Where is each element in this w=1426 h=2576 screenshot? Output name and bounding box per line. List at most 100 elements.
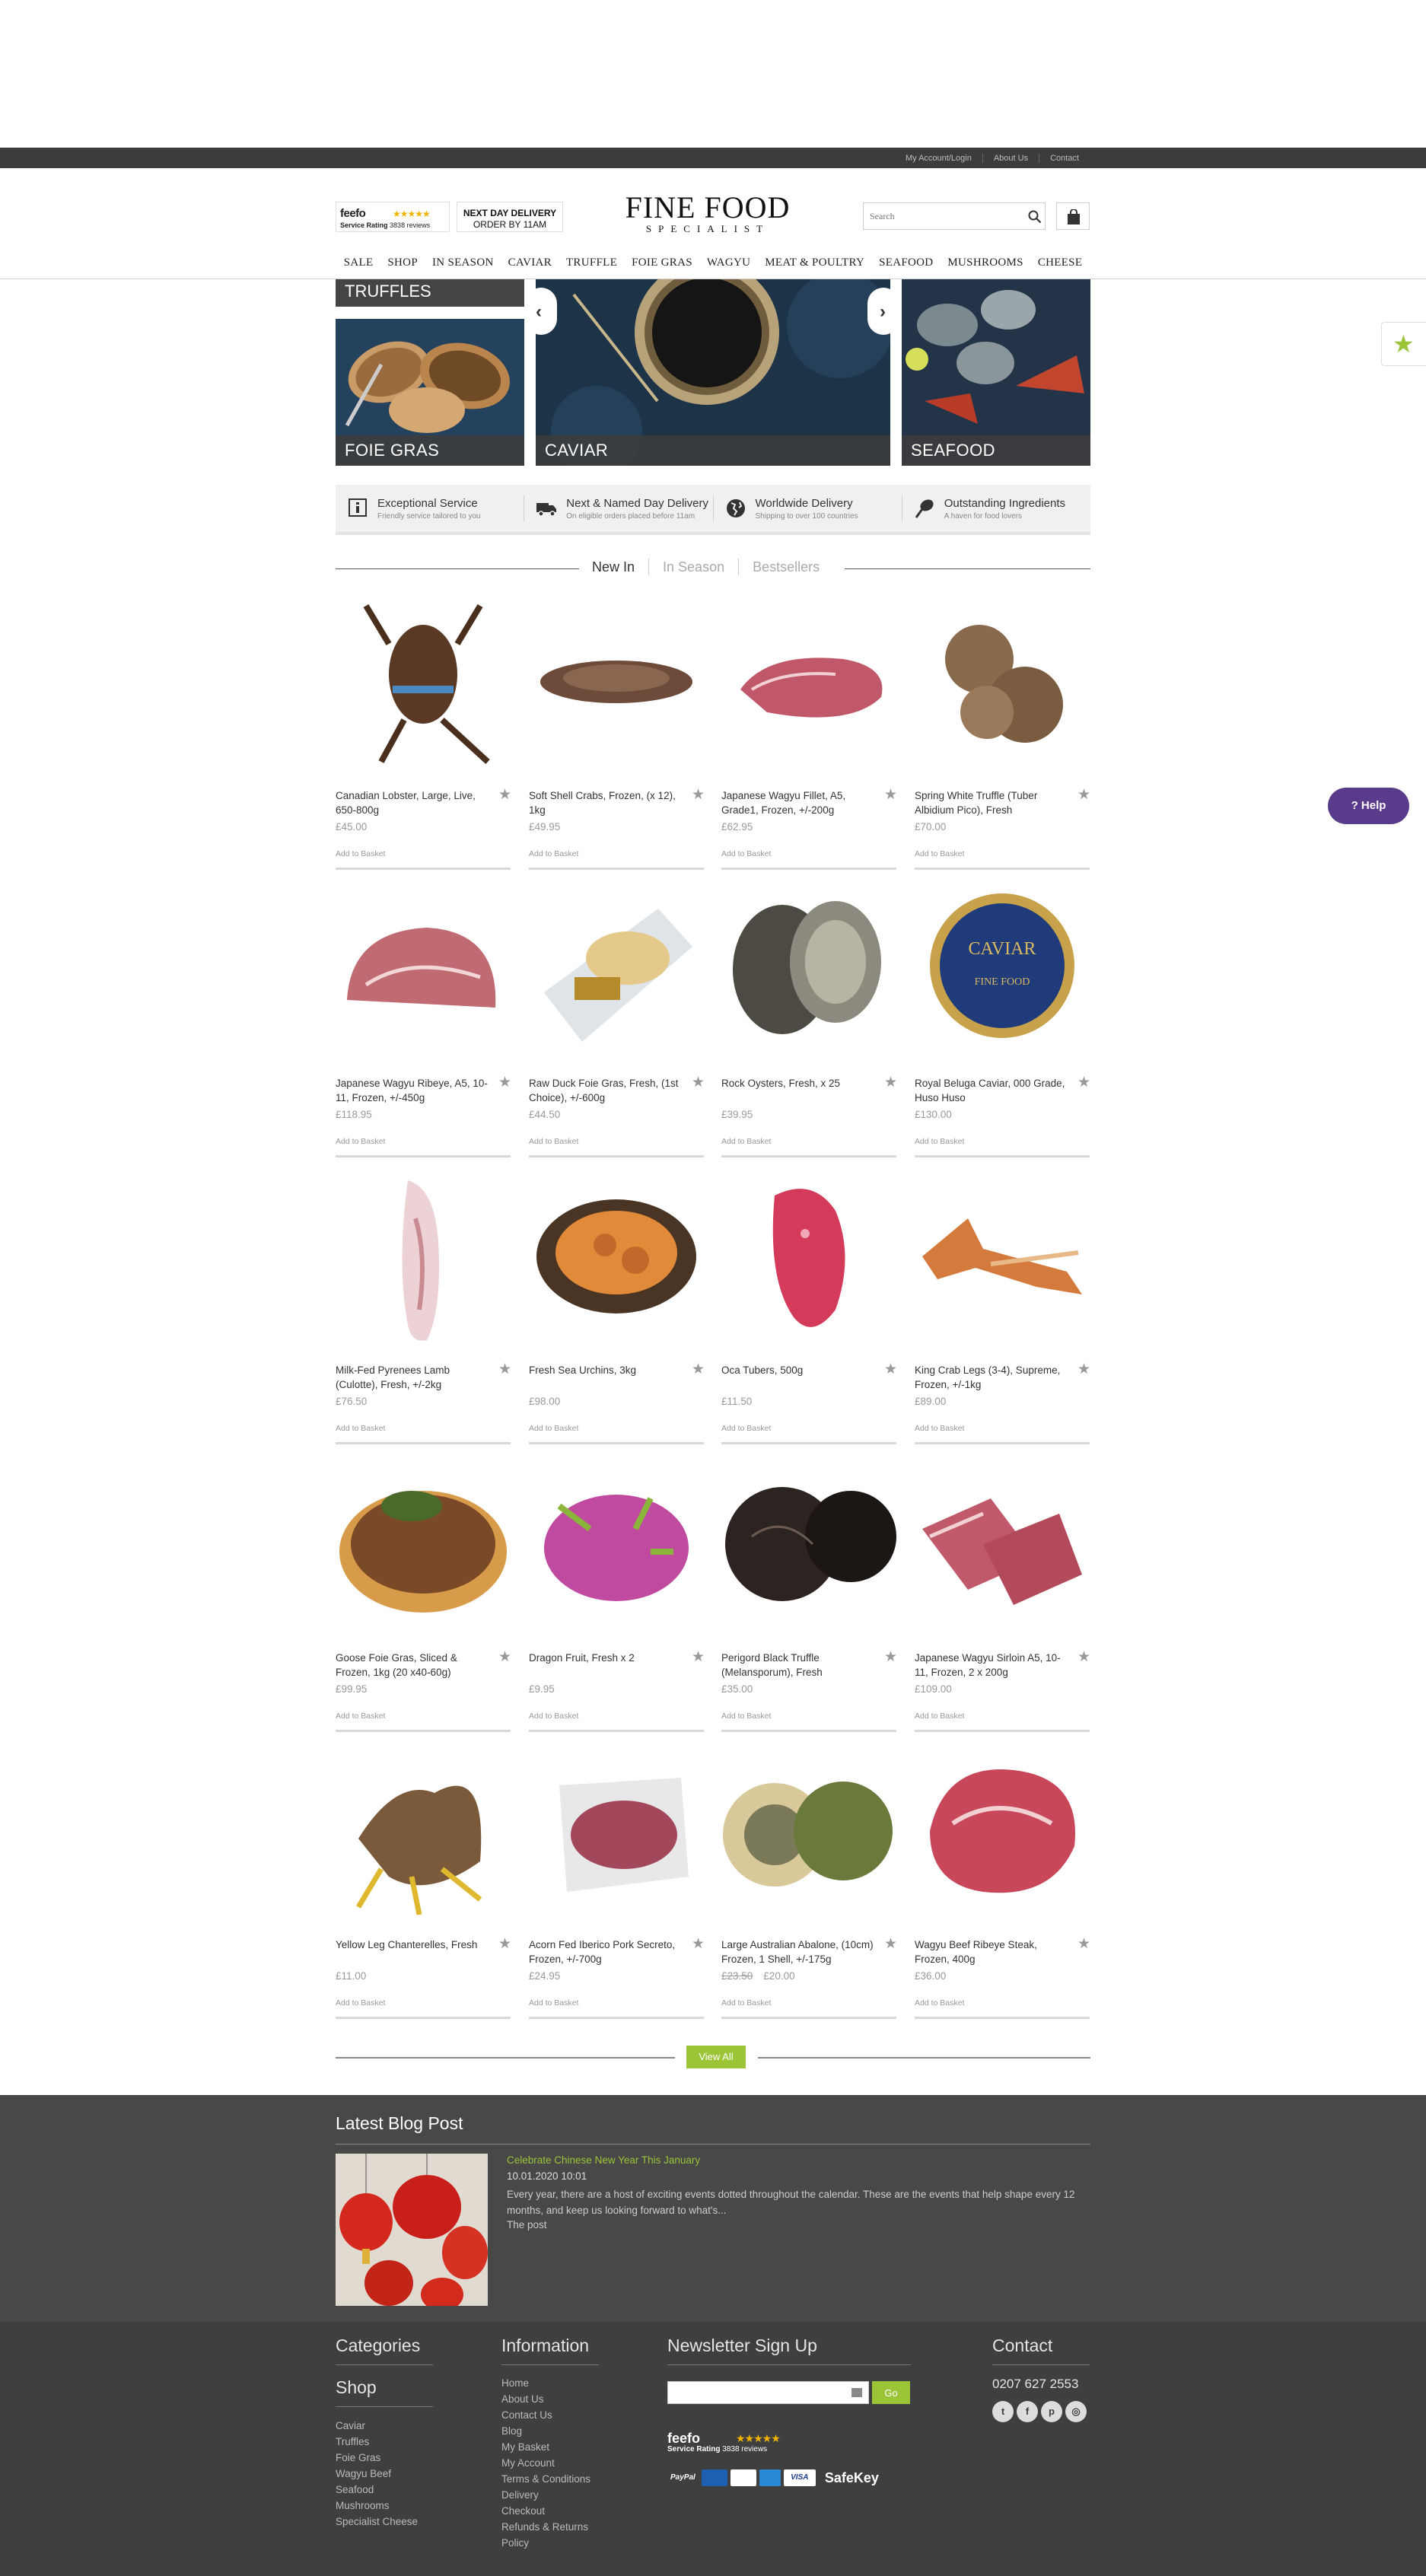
nav-truffle[interactable]: TRUFFLE xyxy=(566,256,617,269)
star-icon[interactable]: ★ xyxy=(1077,1074,1090,1091)
product-card[interactable]: Soft Shell Crabs, Frozen, (x 12), 1kg ★ £4… xyxy=(529,598,705,870)
product-image[interactable] xyxy=(915,598,1090,773)
footer-link-wagyu[interactable]: Wagyu Beef xyxy=(336,2466,418,2482)
product-name[interactable]: Goose Foie Gras, Sliced & Frozen, 1kg (2… xyxy=(336,1651,488,1680)
product-image[interactable] xyxy=(529,1747,704,1922)
add-to-basket-link[interactable]: Add to Basket xyxy=(529,849,578,858)
star-icon[interactable]: ★ xyxy=(1077,1935,1090,1953)
add-to-basket-link[interactable]: Add to Basket xyxy=(915,1137,964,1146)
product-name[interactable]: Japanese Wagyu Ribeye, A5, 10-11, Frozen… xyxy=(336,1076,488,1105)
feefo-badge[interactable]: feefo ★★★★★ Service Rating 3838 reviews xyxy=(336,202,450,232)
nav-wagyu[interactable]: WAGYU xyxy=(707,256,750,269)
footer-link-basket[interactable]: My Basket xyxy=(501,2439,590,2455)
product-card[interactable]: Rock Oysters, Fresh, x 25 ★ £39.95 Add to B… xyxy=(721,886,897,1157)
add-to-basket-link[interactable]: Add to Basket xyxy=(336,1424,385,1433)
product-card[interactable]: Japanese Wagyu Fillet, A5, Grade1, Froze… xyxy=(721,598,897,870)
search-icon[interactable] xyxy=(1028,210,1042,224)
footer-link-policy[interactable]: Policy xyxy=(501,2535,590,2551)
product-card[interactable]: Raw Duck Foie Gras, Fresh, (1st Choice),… xyxy=(529,886,705,1157)
product-card[interactable]: Oca Tubers, 500g ★ £11.50 Add to Basket xyxy=(721,1173,897,1444)
product-name[interactable]: Fresh Sea Urchins, 3kg xyxy=(529,1363,681,1377)
product-name[interactable]: Large Australian Abalone, (10cm) Frozen,… xyxy=(721,1938,874,1966)
product-name[interactable]: Japanese Wagyu Fillet, A5, Grade1, Froze… xyxy=(721,788,874,817)
footer-link-truffles[interactable]: Truffles xyxy=(336,2434,418,2450)
add-to-basket-link[interactable]: Add to Basket xyxy=(721,1711,771,1721)
product-card[interactable]: Large Australian Abalone, (10cm) Frozen,… xyxy=(721,1747,897,2019)
star-icon[interactable]: ★ xyxy=(1077,1648,1090,1666)
nav-in-season[interactable]: IN SEASON xyxy=(432,256,494,269)
product-card[interactable]: Goose Foie Gras, Sliced & Frozen, 1kg (2… xyxy=(336,1460,511,1732)
favourites-tab[interactable]: ★ xyxy=(1381,322,1426,366)
newsletter-email-input[interactable] xyxy=(668,2382,836,2402)
product-name[interactable]: Dragon Fruit, Fresh x 2 xyxy=(529,1651,681,1665)
nav-cheese[interactable]: CHEESE xyxy=(1038,256,1082,269)
star-icon[interactable]: ★ xyxy=(884,1361,897,1378)
footer-link-checkout[interactable]: Checkout xyxy=(501,2503,590,2519)
product-name[interactable]: Spring White Truffle (Tuber Albidium Pic… xyxy=(915,788,1067,817)
add-to-basket-link[interactable]: Add to Basket xyxy=(915,1424,964,1433)
product-image[interactable] xyxy=(529,1460,704,1635)
product-card[interactable]: Acorn Fed Iberico Pork Secreto, Frozen, … xyxy=(529,1747,705,2019)
add-to-basket-link[interactable]: Add to Basket xyxy=(915,849,964,858)
add-to-basket-link[interactable]: Add to Basket xyxy=(529,1424,578,1433)
product-name[interactable]: King Crab Legs (3-4), Supreme, Frozen, +… xyxy=(915,1363,1067,1392)
footer-link-contact[interactable]: Contact Us xyxy=(501,2407,590,2423)
product-image[interactable] xyxy=(529,886,704,1061)
nav-meat-poultry[interactable]: MEAT & POULTRY xyxy=(765,256,864,269)
nav-shop[interactable]: SHOP xyxy=(387,256,418,269)
star-icon[interactable]: ★ xyxy=(692,1074,705,1091)
footer-link-caviar[interactable]: Caviar xyxy=(336,2418,418,2434)
product-name[interactable]: Oca Tubers, 500g xyxy=(721,1363,874,1377)
carousel-next-button[interactable]: › xyxy=(867,288,899,335)
product-card[interactable]: Milk-Fed Pyrenees Lamb (Culotte), Fresh,… xyxy=(336,1173,511,1444)
footer-link-refunds[interactable]: Refunds & Returns xyxy=(501,2519,590,2535)
truffles-banner[interactable]: TRUFFLES xyxy=(336,279,524,307)
instagram-icon[interactable]: ◎ xyxy=(1065,2401,1087,2422)
product-card[interactable]: Japanese Wagyu Sirloin A5, 10-11, Frozen… xyxy=(915,1460,1090,1732)
star-icon[interactable]: ★ xyxy=(1077,786,1090,804)
search-input[interactable] xyxy=(870,209,1014,224)
twitter-icon[interactable]: t xyxy=(992,2401,1014,2422)
star-icon[interactable]: ★ xyxy=(692,1648,705,1666)
footer-link-foie-gras[interactable]: Foie Gras xyxy=(336,2450,418,2466)
product-card[interactable]: Dragon Fruit, Fresh x 2 ★ £9.95 Add to Bask… xyxy=(529,1460,705,1732)
product-image[interactable] xyxy=(336,886,511,1061)
product-image[interactable] xyxy=(529,1173,704,1348)
product-card[interactable]: Perigord Black Truffle (Melansporum), Fr… xyxy=(721,1460,897,1732)
facebook-icon[interactable]: f xyxy=(1017,2401,1038,2422)
tab-bestsellers[interactable]: Bestsellers xyxy=(738,559,833,575)
product-image[interactable] xyxy=(915,1747,1090,1922)
add-to-basket-link[interactable]: Add to Basket xyxy=(721,849,771,858)
basket-button[interactable] xyxy=(1056,202,1090,230)
footer-link-about[interactable]: About Us xyxy=(501,2391,590,2407)
star-icon[interactable]: ★ xyxy=(692,786,705,804)
blog-post-title[interactable]: Celebrate Chinese New Year This January xyxy=(507,2154,700,2166)
footer-link-terms[interactable]: Terms & Conditions xyxy=(501,2471,590,2487)
star-icon[interactable]: ★ xyxy=(884,1074,897,1091)
caviar-banner[interactable]: CAVIAR xyxy=(536,279,890,466)
contact-link[interactable]: Contact xyxy=(1039,153,1090,163)
nav-caviar[interactable]: CAVIAR xyxy=(508,256,552,269)
nav-mushrooms[interactable]: MUSHROOMS xyxy=(947,256,1023,269)
site-logo[interactable]: FINE FOOD SPECIALIST xyxy=(609,191,807,235)
product-name[interactable]: Royal Beluga Caviar, 000 Grade, Huso Hus… xyxy=(915,1076,1067,1105)
add-to-basket-link[interactable]: Add to Basket xyxy=(529,1711,578,1721)
product-image[interactable] xyxy=(336,598,511,773)
add-to-basket-link[interactable]: Add to Basket xyxy=(529,1998,578,2008)
product-name[interactable]: Yellow Leg Chanterelles, Fresh xyxy=(336,1938,488,1952)
product-image[interactable] xyxy=(915,1460,1090,1635)
star-icon[interactable]: ★ xyxy=(498,1648,511,1666)
add-to-basket-link[interactable]: Add to Basket xyxy=(336,849,385,858)
footer-link-cheese[interactable]: Specialist Cheese xyxy=(336,2514,418,2530)
product-card[interactable]: Yellow Leg Chanterelles, Fresh ★ £11.00 Add… xyxy=(336,1747,511,2019)
product-card[interactable]: Fresh Sea Urchins, 3kg ★ £98.00 Add to Bask… xyxy=(529,1173,705,1444)
pinterest-icon[interactable]: p xyxy=(1041,2401,1062,2422)
star-icon[interactable]: ★ xyxy=(498,1935,511,1953)
footer-link-seafood[interactable]: Seafood xyxy=(336,2482,418,2498)
nav-foie-gras[interactable]: FOIE GRAS xyxy=(632,256,692,269)
product-card[interactable]: Spring White Truffle (Tuber Albidium Pic… xyxy=(915,598,1090,870)
footer-link-blog[interactable]: Blog xyxy=(501,2423,590,2439)
product-name[interactable]: Acorn Fed Iberico Pork Secreto, Frozen, … xyxy=(529,1938,681,1966)
nav-seafood[interactable]: SEAFOOD xyxy=(879,256,933,269)
foie-gras-banner[interactable]: FOIE GRAS xyxy=(336,319,524,466)
